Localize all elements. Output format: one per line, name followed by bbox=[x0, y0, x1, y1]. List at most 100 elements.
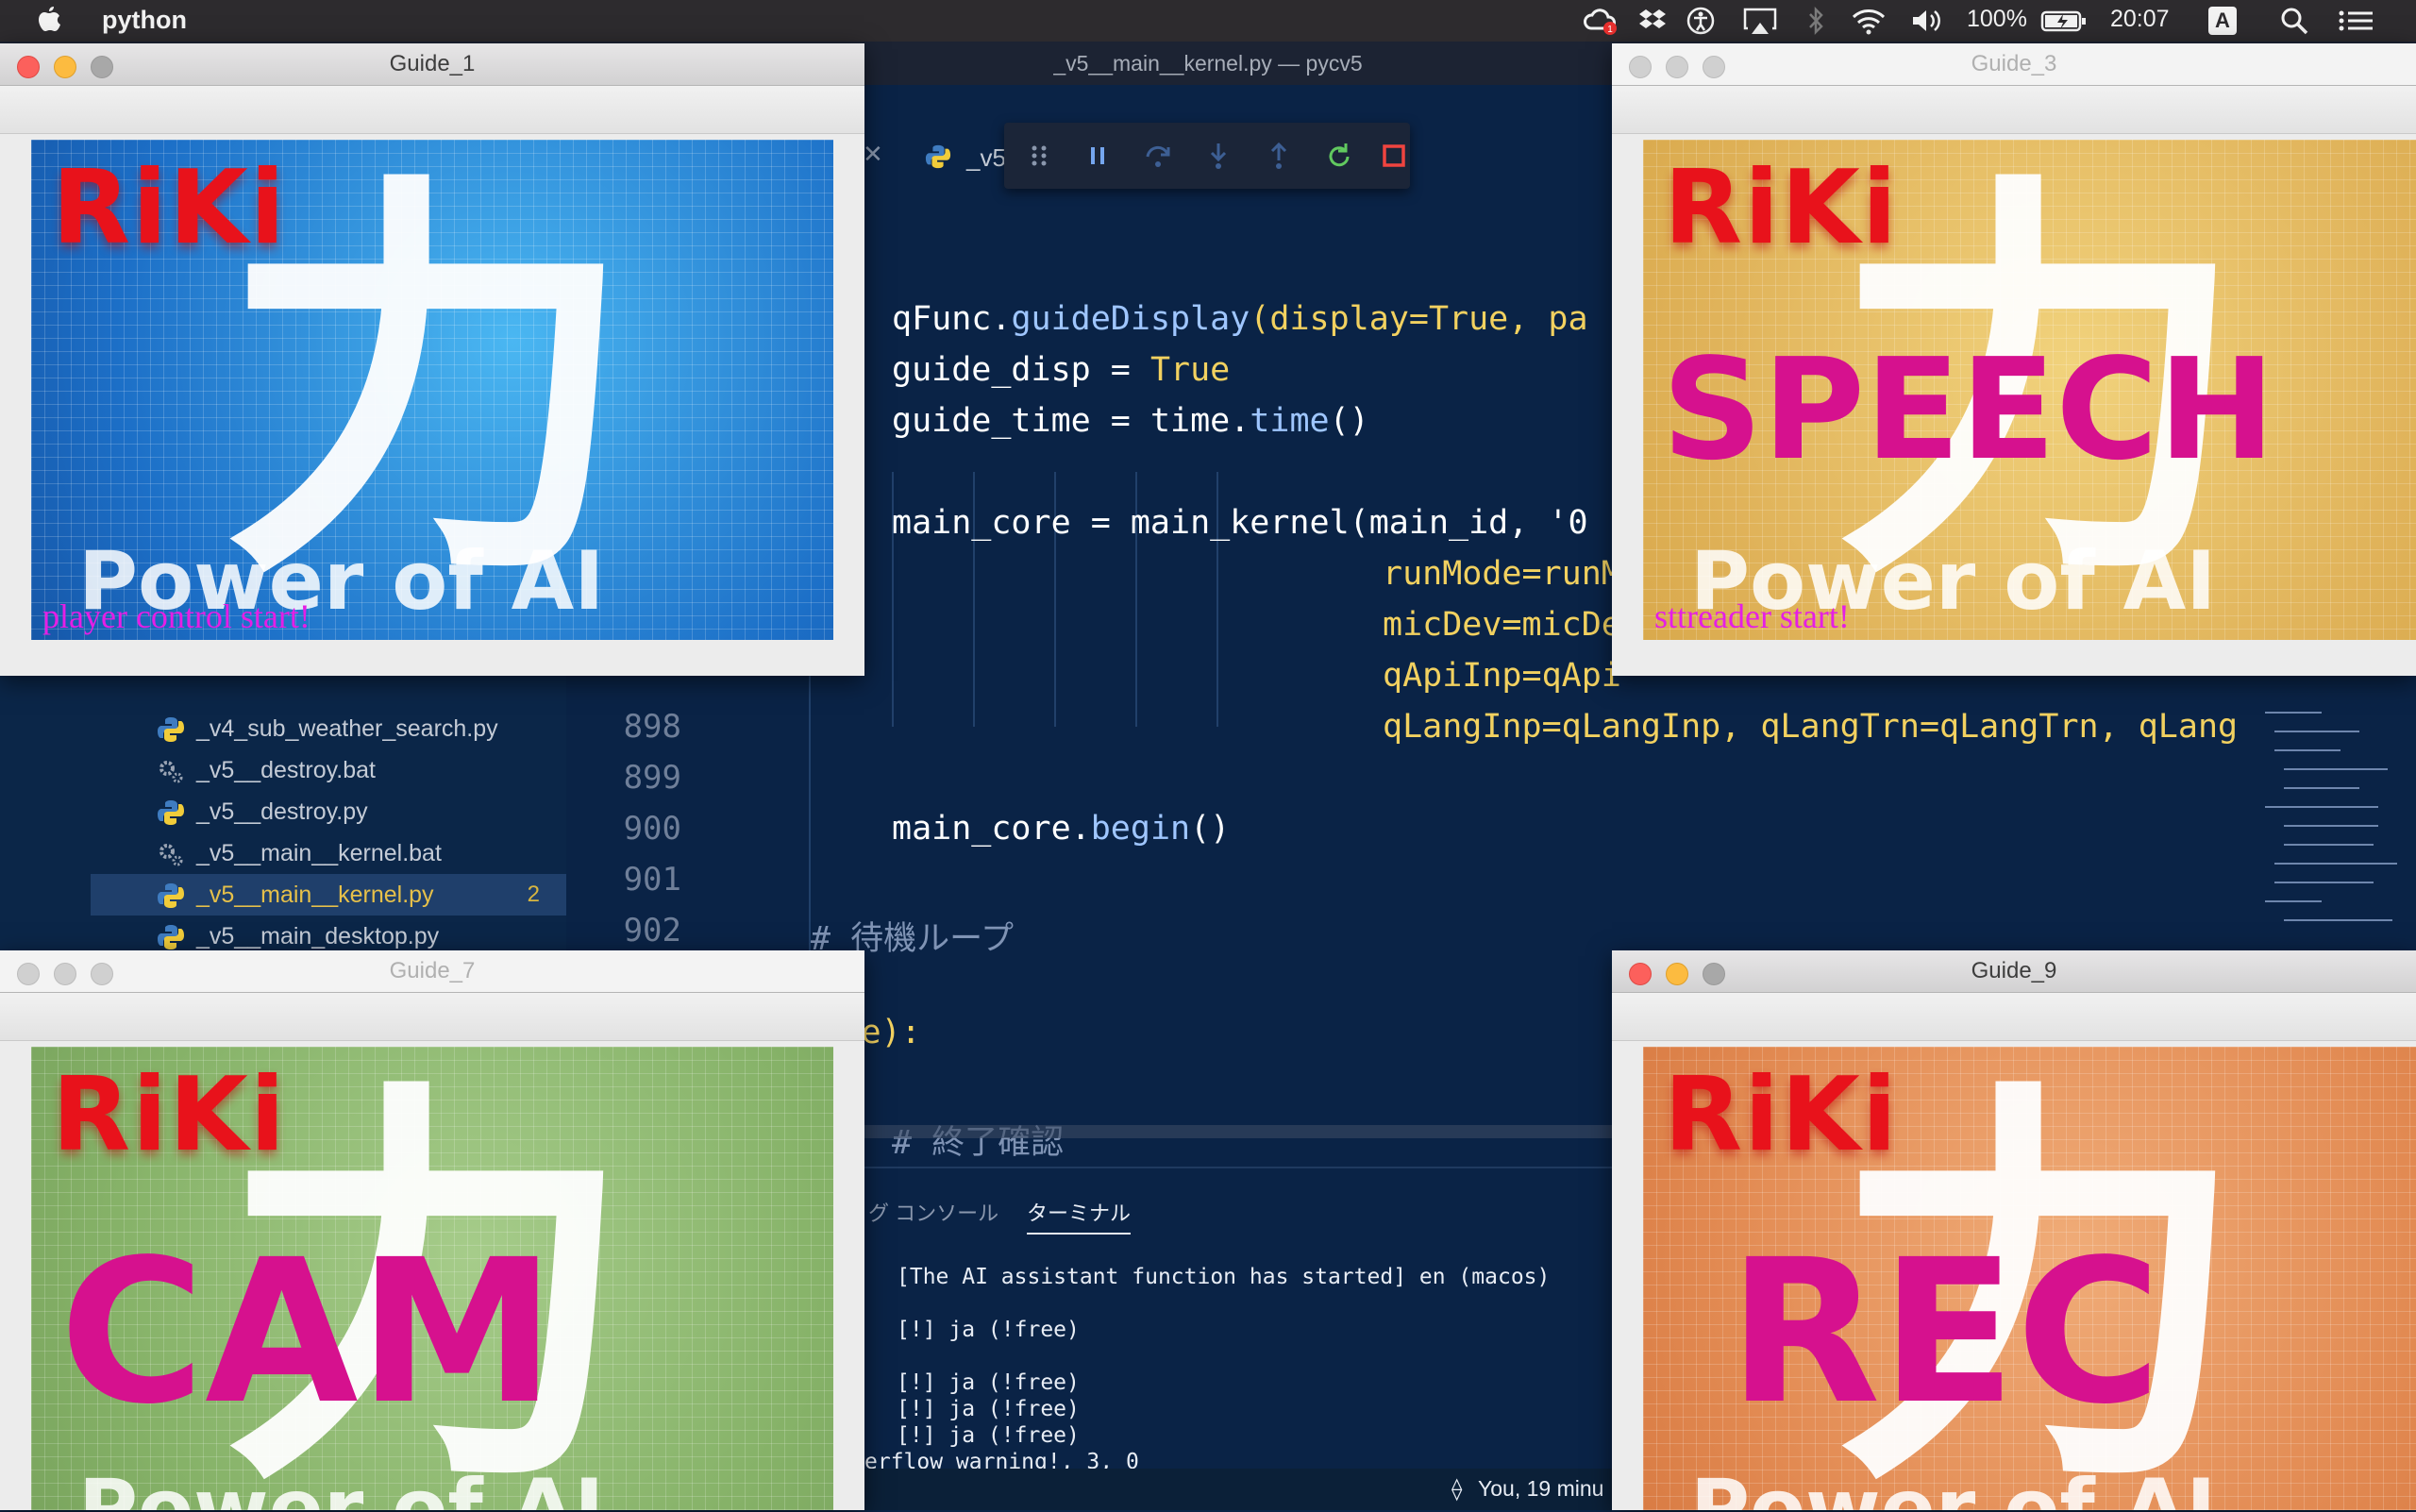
python-file-icon bbox=[925, 144, 951, 169]
window-toolbar bbox=[0, 993, 864, 1041]
mode-label: CAM bbox=[59, 1217, 556, 1448]
volume-icon[interactable] bbox=[1910, 6, 1942, 36]
terminal-line: [!] ja (!free) bbox=[897, 1318, 1080, 1342]
drag-handle-icon[interactable] bbox=[1023, 140, 1055, 172]
zoom-window-button[interactable] bbox=[1703, 963, 1725, 985]
battery-percent: 100% bbox=[1967, 6, 2027, 32]
close-tab-icon[interactable]: ✕ bbox=[863, 140, 883, 169]
guide-window-9[interactable]: Guide_9 RiKi 力 Power of AI REC bbox=[1612, 950, 2416, 1510]
guide-window-3[interactable]: Guide_3 RiKi 力 Power of AI SPEECH sttrea… bbox=[1612, 43, 2416, 676]
close-window-button[interactable] bbox=[1629, 963, 1652, 985]
code-line: runMode=runM bbox=[1383, 555, 1621, 593]
horizontal-scrollbar[interactable] bbox=[849, 1125, 1623, 1138]
window-title: Guide_9 bbox=[1971, 958, 2057, 983]
code-line: guide_time = time.time() bbox=[892, 402, 1369, 440]
status-overlay-text: sttreader start! bbox=[1654, 597, 1850, 635]
bluetooth-icon[interactable] bbox=[1806, 6, 1825, 36]
guide-image: RiKi 力 Power of AI SPEECH sttreader star… bbox=[1643, 140, 2416, 640]
close-window-button[interactable] bbox=[17, 56, 40, 78]
window-toolbar bbox=[1612, 993, 2416, 1041]
file-item[interactable]: _v5__destroy.bat bbox=[91, 749, 566, 791]
gear-file-icon bbox=[159, 761, 183, 783]
guide-image: RiKi 力 Power of AI CAM bbox=[31, 1047, 833, 1510]
code-line: main_core = main_kernel(main_id, '0 bbox=[892, 504, 1588, 542]
editor-tab-label: _v5 bbox=[966, 143, 1006, 172]
mode-label: REC bbox=[1728, 1217, 2162, 1448]
step-out-icon[interactable] bbox=[1263, 140, 1295, 172]
window-titlebar[interactable]: Guide_1 bbox=[0, 43, 864, 86]
line-number: 902 bbox=[623, 912, 681, 949]
terminal-line: [!] ja (!free) bbox=[897, 1423, 1080, 1448]
window-toolbar bbox=[0, 86, 864, 134]
step-into-icon[interactable] bbox=[1202, 140, 1234, 172]
stop-icon[interactable] bbox=[1378, 140, 1410, 172]
window-title: Guide_3 bbox=[1971, 51, 2057, 76]
file-name: _v5__destroy.py bbox=[196, 798, 368, 825]
apple-icon[interactable] bbox=[36, 5, 62, 35]
minimap[interactable] bbox=[2246, 702, 2407, 985]
accessibility-icon[interactable] bbox=[1686, 6, 1716, 36]
mode-label: SPEECH bbox=[1662, 328, 2275, 491]
python-file-icon bbox=[158, 883, 184, 909]
step-over-icon[interactable] bbox=[1142, 140, 1174, 172]
notification-center-icon[interactable] bbox=[2337, 6, 2374, 36]
window-toolbar bbox=[1612, 86, 2416, 134]
pause-icon[interactable] bbox=[1082, 140, 1114, 172]
input-source-icon[interactable]: A bbox=[2208, 7, 2237, 35]
close-window-button[interactable] bbox=[1629, 56, 1652, 78]
file-item[interactable]: _v4_sub_weather_search.py bbox=[91, 708, 566, 749]
file-item[interactable]: _v5__main__kernel.bat bbox=[91, 832, 566, 874]
window-titlebar[interactable]: Guide_7 bbox=[0, 950, 864, 993]
menu-bar: python 1 100% 20:07 A bbox=[0, 0, 2416, 42]
file-name: _v5__main__kernel.bat bbox=[196, 840, 442, 866]
zoom-window-button[interactable] bbox=[91, 963, 113, 985]
code-comment: # 終了確認 bbox=[892, 1124, 1065, 1162]
spotlight-icon[interactable] bbox=[2278, 6, 2310, 36]
restart-icon[interactable] bbox=[1323, 140, 1355, 172]
zoom-window-button[interactable] bbox=[1703, 56, 1725, 78]
tab-terminal[interactable]: ターミナル bbox=[1027, 1197, 1132, 1235]
minimize-window-button[interactable] bbox=[54, 963, 76, 985]
code-line: main_core.begin() bbox=[892, 810, 1231, 848]
creative-cloud-icon[interactable]: 1 bbox=[1582, 6, 1619, 36]
python-file-icon bbox=[158, 800, 184, 826]
editor-tab[interactable]: ✕ _v5 bbox=[859, 126, 1010, 189]
line-number: 898 bbox=[623, 708, 681, 746]
guide-image: RiKi 力 Power of AI player control start! bbox=[31, 140, 833, 640]
file-name: _v4_sub_weather_search.py bbox=[196, 715, 498, 742]
terminal-line: [The AI assistant function has started] … bbox=[897, 1265, 1551, 1289]
dropbox-icon[interactable] bbox=[1638, 6, 1667, 36]
guide-image: RiKi 力 Power of AI REC bbox=[1643, 1047, 2416, 1510]
app-name[interactable]: python bbox=[102, 6, 187, 35]
wifi-icon[interactable] bbox=[1850, 6, 1888, 36]
minimize-window-button[interactable] bbox=[54, 56, 76, 78]
window-title: Guide_1 bbox=[389, 51, 476, 76]
git-commit-icon[interactable]: ⟠ bbox=[1451, 1476, 1462, 1502]
gear-file-icon bbox=[159, 844, 183, 866]
file-item-active[interactable]: _v5__main__kernel.py 2 bbox=[91, 874, 566, 916]
code-line: micDev=micDe bbox=[1383, 606, 1621, 644]
file-item[interactable]: _v5__destroy.py bbox=[91, 791, 566, 832]
minimize-window-button[interactable] bbox=[1666, 963, 1688, 985]
line-number: 899 bbox=[623, 759, 681, 797]
code-line: qApiInp=qApi bbox=[1383, 657, 1621, 695]
python-file-icon bbox=[158, 925, 184, 950]
code-line: guide_disp = True bbox=[892, 351, 1231, 389]
file-name: _v5__main_desktop.py bbox=[196, 923, 440, 949]
window-titlebar[interactable]: Guide_3 bbox=[1612, 43, 2416, 86]
battery-icon[interactable] bbox=[2040, 6, 2088, 36]
tab-debug-console[interactable]: グ コンソール bbox=[868, 1197, 998, 1227]
zoom-window-button[interactable] bbox=[91, 56, 113, 78]
minimize-window-button[interactable] bbox=[1666, 56, 1688, 78]
git-blame-status[interactable]: You, 19 minu bbox=[1478, 1476, 1603, 1502]
chikara-kanji: 力 bbox=[220, 143, 635, 627]
file-name: _v5__main__kernel.py bbox=[196, 882, 434, 908]
terminal-line: [!] ja (!free) bbox=[897, 1397, 1080, 1421]
close-window-button[interactable] bbox=[17, 963, 40, 985]
guide-window-7[interactable]: Guide_7 RiKi 力 Power of AI CAM bbox=[0, 950, 864, 1510]
clock[interactable]: 20:07 bbox=[2110, 6, 2170, 33]
airplay-icon[interactable] bbox=[1742, 6, 1778, 36]
terminal-line: [!] ja (!free) bbox=[897, 1370, 1080, 1395]
window-titlebar[interactable]: Guide_9 bbox=[1612, 950, 2416, 993]
guide-window-1[interactable]: Guide_1 RiKi 力 Power of AI player contro… bbox=[0, 43, 864, 676]
